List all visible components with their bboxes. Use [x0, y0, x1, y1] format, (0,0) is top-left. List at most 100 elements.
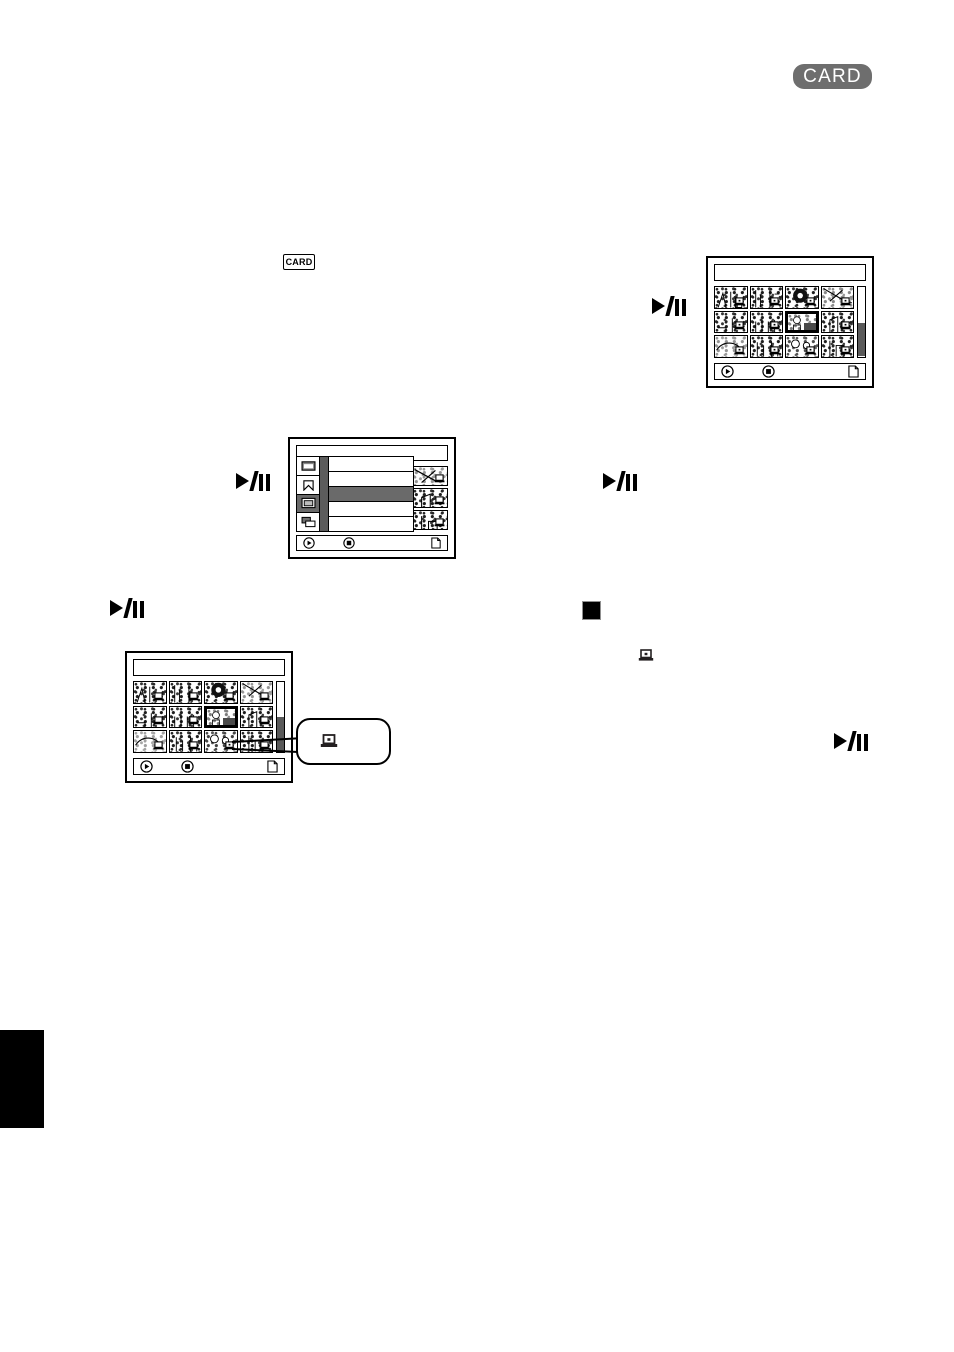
- stop-circle-icon[interactable]: [762, 365, 775, 378]
- pc-badge-icon: [840, 346, 851, 355]
- menu-option-row[interactable]: [329, 502, 413, 517]
- menu-option-row[interactable]: [329, 517, 413, 531]
- vertical-scrollbar[interactable]: [857, 286, 866, 358]
- pc-badge-icon: [259, 692, 270, 700]
- menu-icon-column[interactable]: [296, 456, 320, 532]
- lcd-title-bar: [133, 659, 285, 676]
- pc-badge-icon: [840, 297, 851, 305]
- pc-badge-icon: [188, 692, 199, 700]
- pc-badge-icon: [805, 346, 815, 355]
- slash-divider: [123, 598, 133, 618]
- pause-bars-icon: [675, 298, 689, 320]
- play-triangle-icon: [652, 298, 665, 314]
- on-screen-menu[interactable]: [296, 456, 414, 532]
- scrollbar-thumb[interactable]: [277, 717, 284, 751]
- menu-icon-window[interactable]: [297, 494, 319, 514]
- thumbnail-item[interactable]: [820, 310, 854, 334]
- lcd-status-bar: [296, 535, 448, 551]
- thumbnail-item[interactable]: [239, 705, 273, 729]
- thumbnail-grid[interactable]: [714, 286, 854, 358]
- thumbnail-item[interactable]: [133, 705, 167, 729]
- play-pause-marker-1: [652, 295, 689, 320]
- play-pause-marker-5: [834, 730, 871, 755]
- menu-icon-flag[interactable]: [297, 476, 319, 495]
- scrollbar-thumb[interactable]: [858, 323, 865, 356]
- pc-badge-icon: [434, 496, 445, 505]
- pc-monitor-marker-icon: [638, 649, 654, 661]
- page-index-tab: [0, 1030, 44, 1128]
- lcd-status-bar: [714, 363, 866, 380]
- pc-badge-icon: [188, 741, 199, 750]
- menu-option-row[interactable]: [329, 457, 413, 472]
- callout-bubble: [296, 718, 391, 765]
- thumbnail-item[interactable]: [749, 286, 783, 309]
- play-triangle-icon: [834, 733, 847, 749]
- pc-badge-icon: [840, 321, 851, 330]
- vertical-scrollbar[interactable]: [276, 681, 285, 753]
- thumbnail-item-selected[interactable]: [785, 310, 819, 334]
- lcd-status-bar: [133, 758, 285, 775]
- menu-option-row-selected[interactable]: [329, 487, 413, 502]
- thumbnail-item[interactable]: [714, 335, 748, 358]
- thumbnail-item[interactable]: [168, 681, 202, 704]
- pc-badge-icon: [769, 346, 780, 355]
- pc-badge-icon: [259, 716, 270, 725]
- play-pause-marker-4: [110, 597, 147, 622]
- thumbnail-item[interactable]: [785, 335, 819, 358]
- thumbnail-item-selected[interactable]: [204, 705, 238, 729]
- thumbnail-item[interactable]: [133, 730, 167, 753]
- thumbnail-item[interactable]: [714, 310, 748, 334]
- thumbnail-item[interactable]: [168, 705, 202, 729]
- menu-option-panel[interactable]: [328, 456, 414, 532]
- thumbnail-item[interactable]: [749, 310, 783, 334]
- thumbnail-item[interactable]: [411, 488, 448, 508]
- page-icon[interactable]: [431, 537, 441, 549]
- thumbnail-item[interactable]: [411, 466, 448, 486]
- card-mode-badge-label: CARD: [803, 65, 862, 87]
- card-stack-icon: [301, 517, 315, 528]
- pc-monitor-icon: [320, 734, 338, 747]
- slash-divider: [249, 471, 259, 491]
- play-circle-icon[interactable]: [721, 365, 734, 378]
- stop-circle-icon[interactable]: [343, 537, 355, 549]
- card-mode-badge: CARD: [793, 64, 872, 89]
- thumbnail-item[interactable]: [168, 730, 202, 753]
- pc-badge-icon: [769, 297, 780, 305]
- pc-badge-icon: [188, 716, 199, 725]
- manual-page: CARD CARD: [0, 0, 954, 1352]
- menu-option-row[interactable]: [329, 472, 413, 487]
- play-pause-marker-3: [603, 470, 640, 495]
- pc-badge-icon: [734, 346, 744, 355]
- menu-icon-camera[interactable]: [297, 457, 319, 476]
- slash-divider: [665, 296, 675, 316]
- play-triangle-icon: [110, 600, 123, 616]
- page-icon[interactable]: [848, 365, 859, 378]
- thumbnail-item[interactable]: [411, 510, 448, 530]
- thumbnail-item[interactable]: [749, 335, 783, 358]
- pc-badge-icon: [153, 692, 163, 700]
- thumbnail-item[interactable]: [239, 681, 273, 704]
- thumbnail-grid[interactable]: [133, 681, 273, 753]
- stop-circle-icon[interactable]: [181, 760, 194, 773]
- thumbnail-item[interactable]: [785, 286, 819, 309]
- thumbnail-item[interactable]: [714, 286, 748, 309]
- play-circle-icon[interactable]: [140, 760, 153, 773]
- pc-badge-icon: [153, 741, 163, 750]
- thumbnail-item[interactable]: [820, 335, 854, 358]
- window-icon: [300, 498, 316, 509]
- lcd-screen-thumbnails-callout: [125, 651, 293, 783]
- thumbnail-item[interactable]: [133, 681, 167, 704]
- thumbnail-shade: [803, 322, 816, 331]
- slash-divider: [616, 471, 626, 491]
- thumbnail-item[interactable]: [204, 681, 238, 704]
- pc-badge-icon: [153, 716, 163, 725]
- page-icon[interactable]: [267, 760, 278, 773]
- play-circle-icon[interactable]: [303, 537, 315, 549]
- stop-marker-1: [582, 601, 601, 620]
- card-inline-icon-label: CARD: [285, 256, 313, 267]
- menu-icon-card-stack[interactable]: [297, 513, 319, 531]
- pause-bars-icon: [133, 600, 147, 622]
- lcd-screen-multi-image-playback: [706, 256, 874, 388]
- thumbnail-item[interactable]: [820, 286, 854, 309]
- play-triangle-icon: [603, 473, 616, 489]
